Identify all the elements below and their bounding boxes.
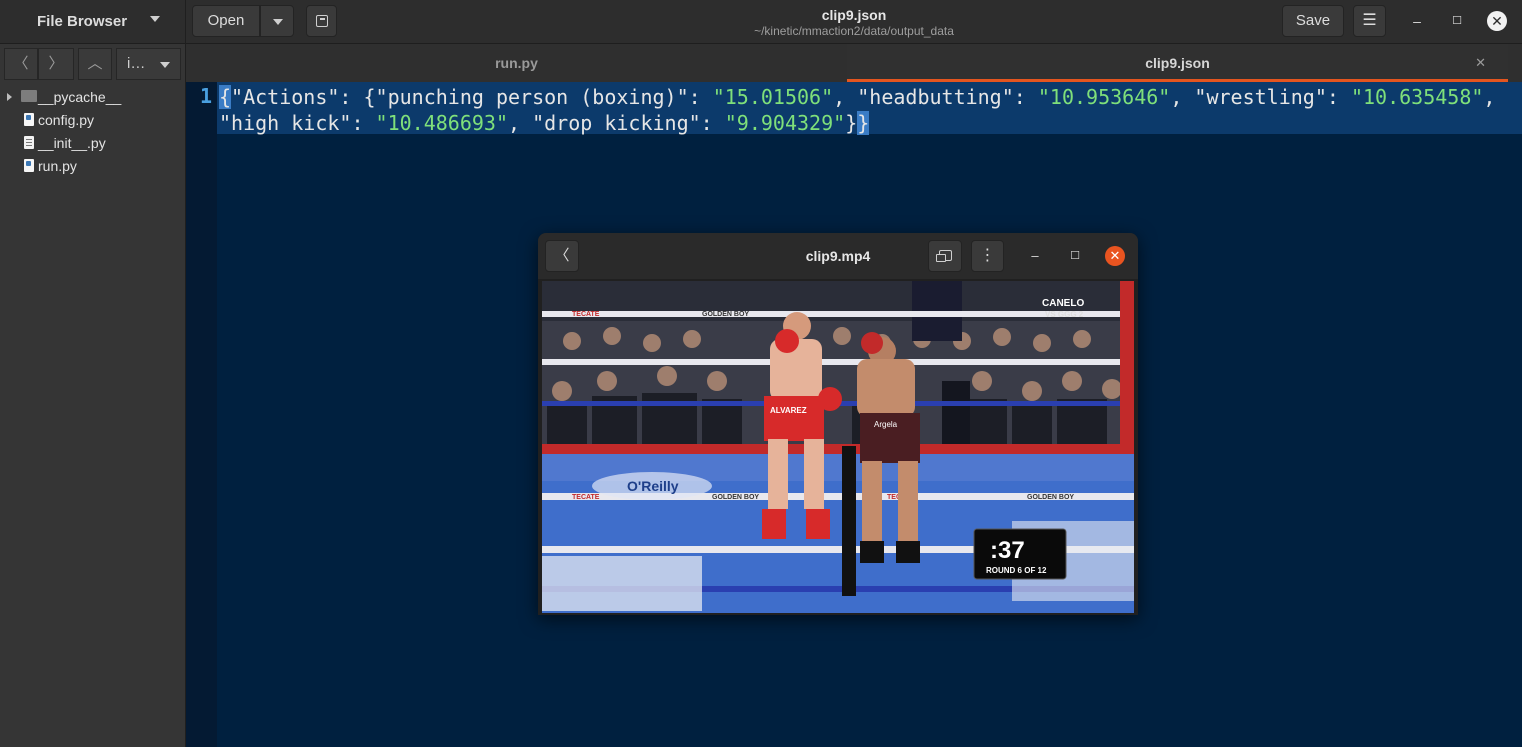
- punct: :: [688, 85, 713, 109]
- chevron-right-icon: 〉: [48, 55, 64, 72]
- json-key: "wrestling": [1194, 85, 1327, 109]
- picture-in-picture-button[interactable]: [928, 240, 962, 272]
- python-file-icon: [24, 159, 34, 172]
- tree-item-init[interactable]: __init__.py: [0, 132, 185, 155]
- sponsor-text: GOLDEN BOY: [702, 311, 749, 318]
- json-value: "10.635458": [1350, 85, 1484, 109]
- location-dropdown[interactable]: i…: [116, 48, 181, 80]
- file-browser-header: File Browser: [0, 0, 185, 44]
- round-counter: ROUND 6 OF 12: [986, 566, 1047, 575]
- tree-item-label: run.py: [38, 158, 77, 174]
- line-number: 1: [200, 84, 213, 108]
- tree-item-pycache[interactable]: __pycache__: [0, 86, 185, 109]
- kebab-menu-icon: ⋮: [979, 247, 996, 264]
- punct: ,: [833, 85, 858, 109]
- punct: :: [1326, 85, 1351, 109]
- nav-up-button[interactable]: ︿: [78, 48, 112, 80]
- json-value: "10.486693": [375, 111, 508, 135]
- tree-item-label: __init__.py: [38, 135, 106, 151]
- maximize-button[interactable]: ☐: [1447, 11, 1467, 31]
- tab-label: run.py: [495, 55, 538, 71]
- close-tab-icon[interactable]: ✕: [1475, 44, 1486, 82]
- event-logo-title: CANELO: [1042, 298, 1084, 309]
- json-key: "punching person (boxing)": [375, 85, 689, 109]
- tab-bar: run.py clip9.json ✕: [186, 44, 1522, 82]
- matched-bracket-close: }: [857, 111, 870, 135]
- sponsor-text: TECATE: [572, 311, 600, 318]
- json-value: "15.01506": [712, 85, 834, 109]
- round-clock: :37: [990, 537, 1025, 564]
- video-header-bar: 〈 clip9.mp4 ⋮ – ☐ ✕: [538, 233, 1138, 279]
- save-button[interactable]: Save: [1282, 5, 1344, 37]
- json-key: "Actions": [231, 85, 340, 109]
- json-key: "drop kicking": [532, 111, 701, 135]
- json-value: "9.904329": [724, 111, 846, 135]
- punct: ,: [1483, 85, 1508, 109]
- trunks-text: ALVAREZ: [770, 406, 807, 415]
- expander-arrow-icon[interactable]: [7, 93, 12, 101]
- tab-label: clip9.json: [1145, 55, 1210, 71]
- canvas-logo-text: O'Reilly: [627, 478, 679, 494]
- minimize-button[interactable]: –: [1407, 11, 1427, 31]
- sponsor-text: TECATE: [572, 494, 600, 501]
- text-file-icon: [24, 136, 34, 149]
- chevron-up-icon: ︿: [87, 55, 103, 72]
- video-menu-button[interactable]: ⋮: [971, 240, 1004, 272]
- json-key: "headbutting": [857, 85, 1014, 109]
- tab-run-py[interactable]: run.py: [186, 44, 847, 82]
- file-browser-nav: 〈 〉 ︿ i…: [0, 44, 185, 84]
- punct: ,: [508, 111, 533, 135]
- header-bar: Open clip9.json ~/kinetic/mmaction2/data…: [186, 0, 1522, 44]
- trunks-text: Argela: [874, 420, 898, 429]
- close-window-button[interactable]: ✕: [1487, 11, 1507, 31]
- video-minimize-button[interactable]: –: [1025, 246, 1045, 266]
- video-player-window[interactable]: 〈 clip9.mp4 ⋮ – ☐ ✕ O'Reilly TECATE GOLD…: [538, 233, 1138, 615]
- punct: : {: [339, 85, 376, 109]
- line-number-gutter: 1: [186, 82, 217, 747]
- video-close-button[interactable]: ✕: [1105, 246, 1125, 266]
- chevron-left-icon: 〈: [13, 55, 29, 72]
- tab-clip9-json[interactable]: clip9.json ✕: [847, 44, 1508, 82]
- boxing-scene-image: O'Reilly TECATE GOLDEN BOY TECATE GOLDEN…: [542, 281, 1134, 613]
- punct: :: [351, 111, 376, 135]
- video-maximize-button[interactable]: ☐: [1065, 246, 1085, 266]
- location-label: i…: [127, 55, 146, 72]
- json-key: "high kick": [219, 111, 352, 135]
- tree-item-label: __pycache__: [38, 89, 122, 105]
- punct: }: [845, 111, 858, 135]
- code-line[interactable]: {"Actions": {"punching person (boxing)":…: [219, 84, 1509, 136]
- json-value: "10.953646": [1037, 85, 1171, 109]
- hamburger-menu-button[interactable]: ☰: [1353, 5, 1386, 37]
- punct: :: [700, 111, 725, 135]
- tree-item-run[interactable]: run.py: [0, 155, 185, 178]
- punct: :: [1013, 85, 1038, 109]
- sponsor-text: GOLDEN BOY: [1027, 494, 1074, 501]
- punct: ,: [1170, 85, 1195, 109]
- tree-item-config[interactable]: config.py: [0, 109, 185, 132]
- chevron-down-icon: [160, 62, 170, 68]
- video-frame[interactable]: O'Reilly TECATE GOLDEN BOY TECATE GOLDEN…: [542, 281, 1134, 613]
- sponsor-text: GOLDEN BOY: [712, 494, 759, 501]
- matched-bracket-open: {: [219, 85, 232, 109]
- python-file-icon: [24, 113, 34, 126]
- nav-back-button[interactable]: 〈: [4, 48, 38, 80]
- file-browser-title: File Browser: [37, 13, 128, 30]
- panel-switcher-dropdown[interactable]: [150, 16, 160, 22]
- hamburger-icon: ☰: [1362, 12, 1377, 29]
- tree-item-label: config.py: [38, 112, 95, 128]
- nav-forward-button[interactable]: 〉: [38, 48, 74, 80]
- folder-icon: [21, 90, 37, 102]
- file-browser-panel: File Browser 〈 〉 ︿ i… __pycache__ config…: [0, 0, 186, 747]
- video-title: clip9.mp4: [805, 248, 871, 264]
- event-logo-subtitle: VS GGG 2: [1045, 310, 1084, 319]
